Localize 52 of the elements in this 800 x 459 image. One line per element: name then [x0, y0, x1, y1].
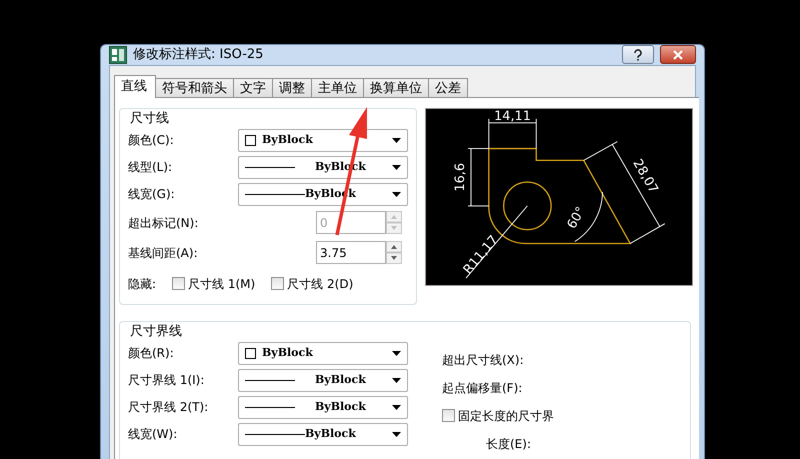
number-field[interactable]: 3.75: [316, 241, 386, 264]
caret-icon: [392, 378, 401, 382]
caret-icon: [392, 404, 401, 410]
tab[interactable]: 文字: [233, 78, 273, 98]
dimension-label: 14,11: [494, 108, 531, 124]
field-label: 超出尺寸线(X):: [442, 352, 524, 368]
field-label: 起点偏移量(F):: [442, 380, 522, 396]
close-icon: [672, 50, 684, 60]
checkbox[interactable]: 尺寸线 2(D): [271, 274, 354, 292]
caret-icon: [392, 138, 401, 142]
tab[interactable]: 符号和箭头: [155, 78, 234, 98]
dropdown[interactable]: ByBlock: [238, 368, 408, 392]
field-label: 颜色(C):: [128, 132, 175, 149]
caret-icon: [392, 192, 401, 196]
group-title: 尺寸界线: [128, 324, 184, 340]
field-label: 超出标记(N):: [128, 214, 200, 232]
dropdown[interactable]: ByBlock: [238, 396, 408, 418]
line-sample-icon: [245, 166, 295, 168]
help-button[interactable]: [622, 45, 654, 64]
dimension-label: 16,6: [453, 162, 468, 192]
caret-icon: [392, 164, 401, 170]
field-label: 隐藏:: [128, 276, 156, 292]
window-title: 修改标注样式: ISO-25: [133, 46, 264, 64]
color-swatch-icon: [245, 134, 256, 146]
tab[interactable]: 直线: [114, 74, 156, 98]
dropdown[interactable]: ByBlock: [238, 342, 408, 364]
field-label: 线宽(G):: [128, 186, 176, 203]
app-icon: [109, 46, 127, 64]
field-label: 颜色(R):: [128, 345, 175, 362]
checkbox[interactable]: 固定长度的尺寸界: [442, 406, 554, 424]
color-swatch-icon: [245, 348, 256, 358]
line-sample-icon: [245, 406, 295, 408]
field-label: 线宽(W):: [128, 426, 178, 443]
checkbox[interactable]: 尺寸线 1(M): [172, 274, 256, 292]
tab[interactable]: 调整: [272, 78, 312, 98]
group-title: 尺寸线: [128, 110, 171, 126]
field-label: 尺寸界线 1(I):: [128, 372, 206, 389]
spin-buttons[interactable]: [386, 241, 402, 264]
caret-icon: [392, 432, 401, 436]
dropdown[interactable]: ByBlock: [238, 128, 408, 152]
tab[interactable]: 换算单位: [363, 78, 429, 98]
close-button[interactable]: [660, 45, 696, 64]
dimension-label: 60°: [564, 204, 589, 232]
field-label: 长度(E):: [486, 436, 531, 452]
tab[interactable]: 主单位: [311, 78, 364, 98]
tab[interactable]: 公差: [428, 78, 468, 98]
field-label: 尺寸界线 2(T):: [128, 399, 210, 416]
caret-icon: [392, 350, 401, 356]
field-label: 线型(L):: [128, 159, 174, 176]
question-mark-icon: [633, 48, 643, 61]
dropdown[interactable]: ByBlock: [238, 422, 408, 446]
field-label: 基线间距(A):: [128, 244, 199, 262]
